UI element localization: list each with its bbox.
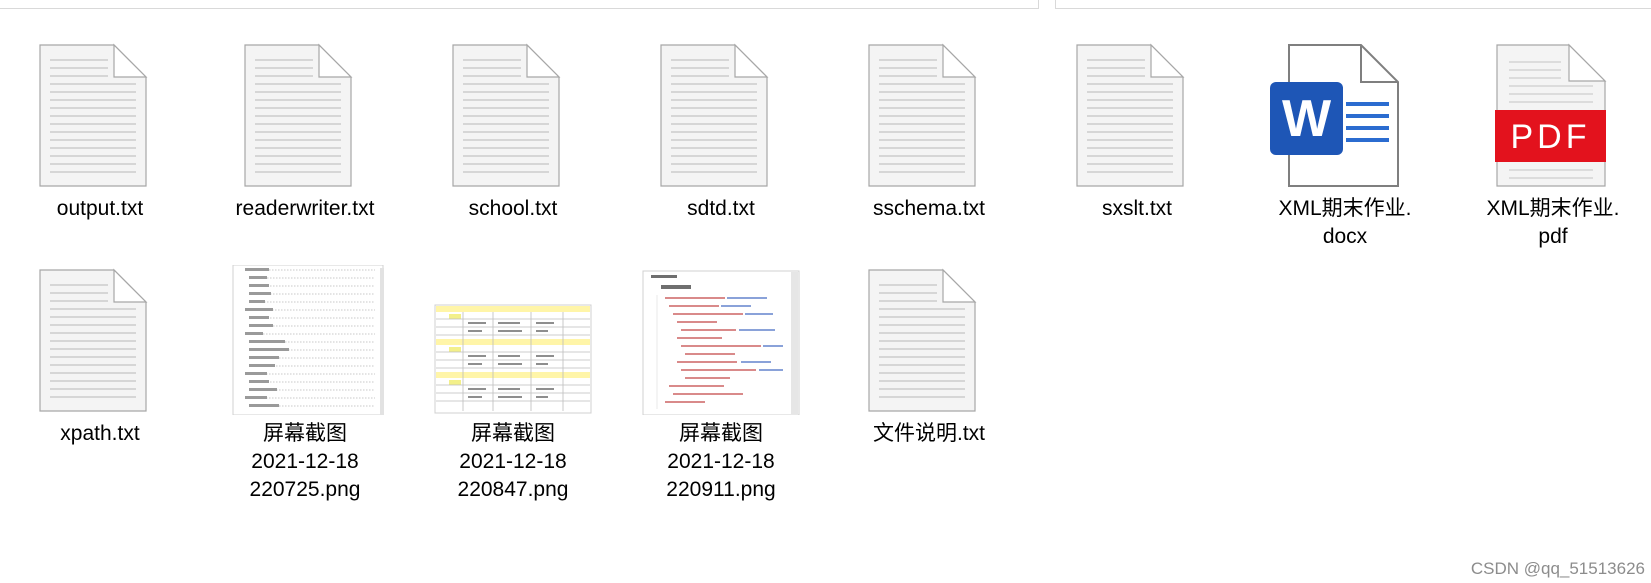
- file-name: XML期末作业. pdf: [1486, 197, 1620, 248]
- text-file-icon: [868, 268, 977, 412]
- file-name: XML期末作业. docx: [1278, 197, 1412, 248]
- file-name: 屏幕截图 2021-12-18 220847.png: [457, 422, 569, 501]
- file-name: output.txt: [56, 197, 144, 220]
- file-name: readerwriter.txt: [235, 197, 375, 220]
- watermark: CSDN @qq_51513626: [1470, 559, 1645, 578]
- file-name: 文件说明.txt: [872, 422, 985, 445]
- text-file-icon: [452, 43, 561, 187]
- text-file-icon: [244, 43, 353, 187]
- file-name: school.txt: [468, 197, 558, 220]
- text-file-icon: [39, 43, 148, 187]
- file-name: 屏幕截图 2021-12-18 220911.png: [666, 422, 776, 501]
- address-bar-strip: [0, 0, 1651, 10]
- text-file-icon: [660, 43, 769, 187]
- text-file-icon: [39, 268, 148, 412]
- file-name: sdtd.txt: [687, 197, 755, 220]
- file-name: 屏幕截图 2021-12-18 220725.png: [249, 422, 361, 501]
- file-name: xpath.txt: [60, 422, 140, 445]
- image-thumbnail: [232, 265, 384, 415]
- svg-text:W: W: [1282, 90, 1332, 148]
- image-thumbnail: [434, 304, 592, 414]
- search-bar[interactable]: [1055, 0, 1651, 9]
- path-bar[interactable]: [0, 0, 1039, 9]
- pdf-document-icon: PDF: [1495, 43, 1607, 187]
- svg-text:PDF: PDF: [1511, 118, 1591, 156]
- text-file-icon: [1076, 43, 1185, 187]
- file-name: sschema.txt: [872, 197, 986, 220]
- image-thumbnail: [642, 270, 800, 415]
- word-document-icon: W: [1270, 44, 1399, 187]
- file-name: sxslt.txt: [1101, 197, 1172, 220]
- text-file-icon: [868, 43, 977, 187]
